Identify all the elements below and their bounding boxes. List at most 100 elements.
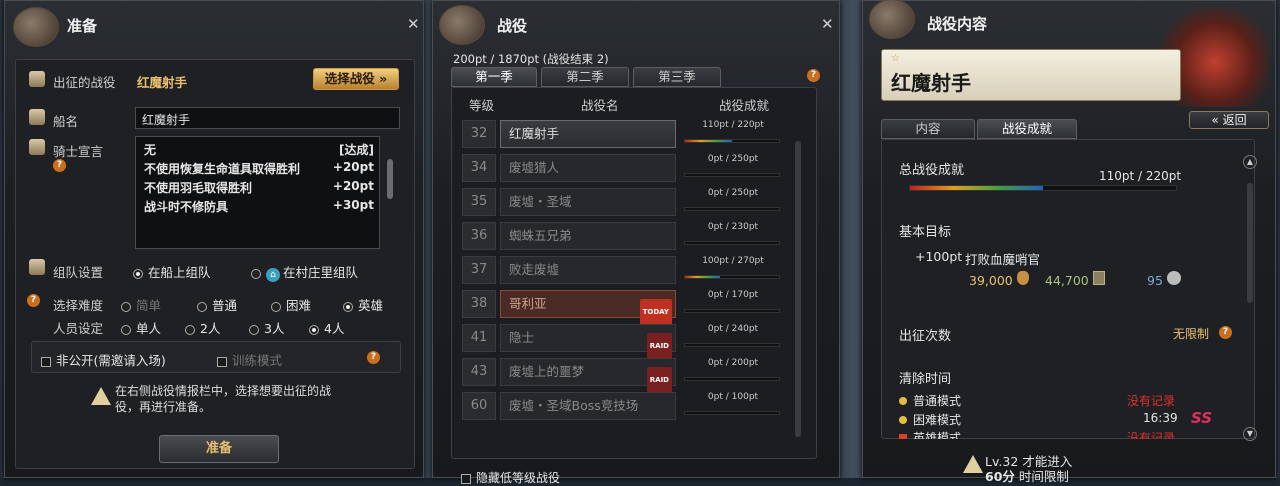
private-checkbox[interactable]: 非公开(需邀请入场) — [41, 350, 166, 369]
ship-name-field[interactable]: 红魔射手 — [135, 107, 400, 129]
row-points: 0pt / 250pt — [707, 188, 759, 198]
row-points: 0pt / 100pt — [707, 392, 759, 402]
radio-button[interactable] — [271, 301, 281, 312]
exp-value: 44,700 — [1045, 273, 1089, 288]
row-name[interactable]: 废墟上的噩梦 RAID — [500, 358, 676, 393]
scroll-up-icon[interactable]: ▲ — [1243, 155, 1257, 169]
options-help-icon[interactable]: ? — [367, 351, 380, 364]
scroll-down-icon[interactable]: ▼ — [1243, 427, 1257, 441]
difficulty-hero[interactable]: 英雄 — [343, 295, 383, 314]
row-level: 41 — [462, 324, 496, 352]
campaign-row[interactable]: 35 废墟・圣域 0pt / 250pt — [462, 188, 782, 216]
ready-button[interactable]: 准备 — [159, 435, 279, 463]
tab-season-3[interactable]: 第三季 — [633, 67, 721, 87]
oath-item[interactable]: 无 [达成] — [144, 141, 374, 158]
tab-achievement[interactable]: 战役成就 — [977, 119, 1077, 139]
detail-emblem-icon — [869, 0, 915, 39]
campaign-row[interactable]: 32 红魔射手 110pt / 220pt — [462, 120, 782, 148]
oath-item[interactable]: 不使用羽毛取得胜利 +20pt — [144, 179, 374, 196]
row-name[interactable]: 废墟・圣域Boss竞技场 — [500, 392, 676, 420]
prepare-window: 准备 ✕ 出征的战役 红魔射手 选择战役 » 船名 红魔射手 骑士宣言 ? 无 [… — [4, 0, 424, 478]
campaign-row[interactable]: 36 蜘蛛五兄弟 0pt / 230pt — [462, 222, 782, 250]
people-3[interactable]: 3人 — [249, 318, 284, 337]
detail-scrollbar[interactable] — [1247, 183, 1253, 303]
radio-button[interactable] — [309, 324, 319, 335]
row-level: 34 — [462, 154, 496, 182]
difficulty-normal[interactable]: 普通 — [197, 295, 237, 314]
campaign-points: 200pt / 1870pt (战役结束 2) — [453, 52, 609, 66]
radio-button[interactable] — [249, 324, 259, 335]
row-name[interactable]: 废墟猎人 — [500, 154, 676, 182]
team-option-ship[interactable]: 在船上组队 — [133, 262, 211, 281]
tab-content[interactable]: 内容 — [881, 119, 975, 139]
select-campaign-button[interactable]: 选择战役 » — [313, 68, 399, 90]
gold-bag-icon — [1016, 271, 1029, 285]
campaign-emblem-icon — [439, 5, 485, 45]
back-button[interactable]: « 返回 — [1189, 111, 1269, 129]
campaign-row[interactable]: 60 废墟・圣域Boss竞技场 0pt / 100pt — [462, 392, 782, 420]
people-4[interactable]: 4人 — [309, 318, 344, 337]
hero-mode-icon — [899, 434, 907, 439]
col-achievement: 战役成就 — [719, 98, 770, 113]
tab-season-2[interactable]: 第二季 — [541, 67, 629, 87]
knight-oath-icon — [29, 139, 45, 155]
row-name[interactable]: 哥利亚 TODAY — [500, 290, 676, 325]
row-points: 0pt / 240pt — [707, 324, 759, 334]
difficulty-help-icon[interactable]: ? — [27, 294, 40, 307]
training-checkbox[interactable]: 训练模式 — [217, 350, 282, 369]
radio-button[interactable] — [197, 301, 207, 312]
team-option-village[interactable]: ⌂ 在村庄里组队 — [251, 262, 358, 282]
mode-row: 困难模式 16:39 SS — [899, 409, 1212, 428]
row-progress — [684, 275, 780, 279]
checkbox[interactable] — [41, 356, 51, 367]
oath-item[interactable]: 战斗时不修防具 +30pt — [144, 198, 374, 215]
oath-help-icon[interactable]: ? — [53, 159, 66, 172]
radio-button[interactable] — [133, 268, 143, 279]
row-name[interactable]: 红魔射手 — [500, 120, 676, 148]
select-campaign-label: 选择战役 — [324, 71, 375, 86]
row-name-text: 废墟・圣域 — [509, 194, 572, 209]
row-progress-fill — [685, 140, 732, 142]
campaign-row[interactable]: 41 隐士 RAID 0pt / 240pt — [462, 324, 782, 359]
row-name[interactable]: 蜘蛛五兄弟 — [500, 222, 676, 250]
difficulty-hard[interactable]: 困难 — [271, 295, 311, 314]
campaign-row[interactable]: 43 废墟上的噩梦 RAID 0pt / 200pt — [462, 358, 782, 393]
radio-button[interactable] — [121, 301, 131, 312]
close-button[interactable]: ✕ — [407, 15, 420, 33]
row-progress — [684, 173, 780, 177]
radio-button[interactable] — [185, 324, 195, 335]
people-2[interactable]: 2人 — [185, 318, 220, 337]
campaign-row[interactable]: 37 败走废墟 100pt / 270pt — [462, 256, 782, 284]
row-name[interactable]: 隐士 RAID — [500, 324, 676, 359]
list-scrollbar[interactable] — [795, 141, 801, 437]
radio-button[interactable] — [121, 324, 131, 335]
checkbox[interactable] — [461, 473, 471, 484]
normal-mode-icon — [899, 397, 907, 405]
oath-text: 不使用恢复生命道具取得胜利 — [144, 162, 301, 176]
people-1[interactable]: 单人 — [121, 318, 161, 337]
notice-text: 在右侧战役情报栏中，选择想要出征的战役，再进行准备。 — [115, 384, 332, 414]
goal-text: 打败血魔哨官 — [965, 252, 1041, 267]
difficulty-label: 选择难度 — [53, 298, 104, 313]
row-name[interactable]: 废墟・圣域 — [500, 188, 676, 216]
total-label: 总战役成就 — [899, 163, 965, 178]
campaign-row[interactable]: 34 废墟猎人 0pt / 250pt — [462, 154, 782, 182]
radio-button[interactable] — [251, 268, 261, 279]
ap-value: 95 — [1147, 273, 1163, 288]
oath-list: 无 [达成] 不使用恢复生命道具取得胜利 +20pt 不使用羽毛取得胜利 +20pt … — [135, 136, 380, 249]
people-label: 人员设定 — [53, 321, 104, 336]
campaign-row[interactable]: 38 哥利亚 TODAY 0pt / 170pt — [462, 290, 782, 325]
oath-pts: +20pt — [332, 179, 374, 193]
close-button[interactable]: ✕ — [821, 15, 834, 33]
tab-season-1[interactable]: 第一季 — [451, 67, 537, 87]
radio-button[interactable] — [343, 301, 353, 312]
help-icon[interactable]: ? — [807, 69, 820, 82]
oath-scrollbar[interactable] — [387, 159, 393, 199]
oath-item[interactable]: 不使用恢复生命道具取得胜利 +20pt — [144, 160, 374, 177]
difficulty-easy[interactable]: 简单 — [121, 295, 161, 314]
row-name[interactable]: 败走废墟 — [500, 256, 676, 284]
row-progress — [684, 309, 780, 313]
times-help-icon[interactable]: ? — [1219, 326, 1232, 339]
checkbox[interactable] — [217, 356, 227, 367]
row-points: 110pt / 220pt — [702, 120, 764, 130]
